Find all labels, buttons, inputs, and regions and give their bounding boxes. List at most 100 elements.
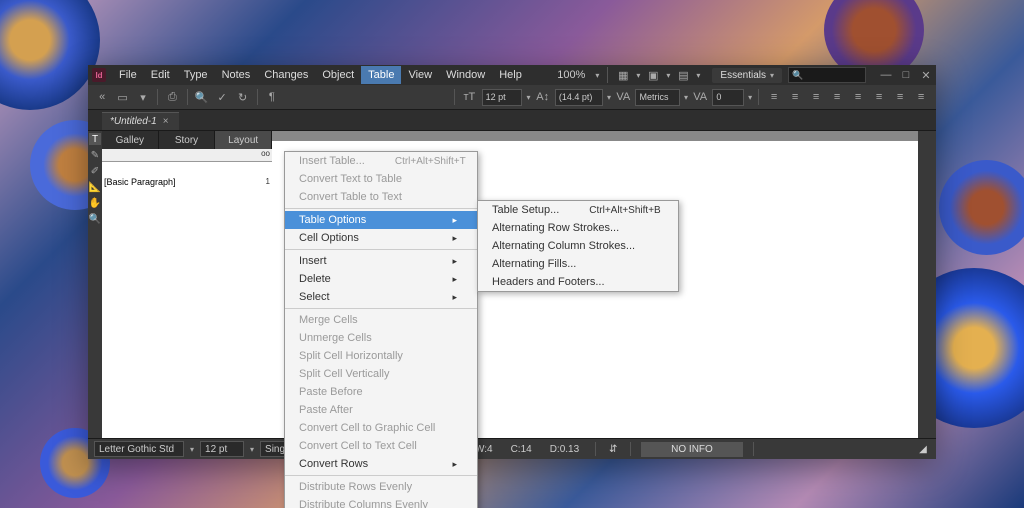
leading-field[interactable]: (14.4 pt) [555,89,603,106]
status-chars: C:14 [505,444,538,455]
maximize-button[interactable]: □ [900,69,912,81]
mi-distribute-rows: Distribute Rows Evenly [285,478,477,496]
zoom-dropdown-icon[interactable]: ▾ [595,71,599,80]
status-dist: D:0.13 [544,444,585,455]
zoom-level[interactable]: 100% [553,67,589,83]
measure-icon[interactable]: 📐 [89,181,101,193]
mi-unmerge-cells: Unmerge Cells [285,329,477,347]
folder-icon[interactable]: ▭ [114,88,130,106]
find-icon[interactable]: 🔍 [194,88,210,106]
close-button[interactable]: ✕ [920,69,932,81]
tracking-field[interactable]: 0 [712,89,744,106]
mi-paste-before: Paste Before [285,383,477,401]
mi-convert-graphic-cell: Convert Cell to Graphic Cell [285,419,477,437]
menu-type[interactable]: Type [177,66,215,84]
right-panel-strip[interactable] [918,131,936,438]
justify-last-left-icon[interactable]: ≡ [849,88,867,106]
justify-last-right-icon[interactable]: ≡ [891,88,909,106]
story-panel: Galley Story Layout oo [Basic Paragraph]… [102,131,272,438]
mi-alt-col-strokes[interactable]: Alternating Column Strokes... [478,237,678,255]
spell-icon[interactable]: ✓ [214,88,230,106]
status-font[interactable]: Letter Gothic Std [94,441,184,457]
chevron-down-icon[interactable]: ▾ [666,71,670,80]
mi-table-options[interactable]: Table Options▸ [285,211,477,229]
font-size-field[interactable]: 12 pt [482,89,523,106]
print-icon[interactable]: ⎙ [164,88,180,106]
menu-object[interactable]: Object [315,66,361,84]
menu-notes[interactable]: Notes [215,66,258,84]
menu-file[interactable]: File [112,66,144,84]
menu-edit[interactable]: Edit [144,66,177,84]
align-left-icon[interactable]: ≡ [765,88,783,106]
view-options-icon[interactable]: ▦ [616,68,630,82]
status-size[interactable]: 12 pt [200,441,244,457]
mi-alt-row-strokes[interactable]: Alternating Row Strokes... [478,219,678,237]
titlebar: Id File Edit Type Notes Changes Object T… [88,65,936,85]
status-info: NO INFO [641,442,743,457]
tracking-icon: VA [692,88,708,106]
collapse-icon[interactable]: « [94,88,110,106]
mi-convert-table-to-text: Convert Table to Text [285,188,477,206]
zoom-tool-icon[interactable]: 🔍 [89,213,101,225]
align-right-icon[interactable]: ≡ [807,88,825,106]
mi-convert-rows[interactable]: Convert Rows▸ [285,455,477,473]
paragraph-style-label: [Basic Paragraph] [104,177,176,187]
application-window: Id File Edit Type Notes Changes Object T… [88,65,936,459]
chevron-down-icon[interactable]: ▾ [696,71,700,80]
mi-headers-footers[interactable]: Headers and Footers... [478,273,678,291]
left-tool-strip: T ✎ ✐ 📐 ✋ 🔍 [88,131,102,438]
mi-insert[interactable]: Insert▸ [285,252,477,270]
kerning-field[interactable]: Metrics [635,89,679,106]
mi-merge-cells: Merge Cells [285,311,477,329]
app-icon: Id [92,68,106,82]
type-tool-icon[interactable]: T [89,133,101,145]
changes-icon[interactable]: ↻ [234,88,250,106]
table-options-submenu: Table Setup...Ctrl+Alt+Shift+B Alternati… [477,200,679,292]
mi-table-setup[interactable]: Table Setup...Ctrl+Alt+Shift+B [478,201,678,219]
line-number: 1 [266,177,270,186]
mi-cell-options[interactable]: Cell Options▸ [285,229,477,247]
align-center-icon[interactable]: ≡ [786,88,804,106]
mi-select[interactable]: Select▸ [285,288,477,306]
menu-window[interactable]: Window [439,66,492,84]
search-input[interactable]: 🔍 [788,67,866,83]
arrange-icon[interactable]: ▤ [676,68,690,82]
kerning-icon: VA [615,88,631,106]
ruler [272,131,918,141]
eyedropper-icon[interactable]: ✐ [89,165,101,177]
tab-close-icon[interactable]: × [163,116,169,127]
menu-changes[interactable]: Changes [257,66,315,84]
mi-alt-fills[interactable]: Alternating Fills... [478,255,678,273]
mi-split-vertical: Split Cell Vertically [285,365,477,383]
mi-delete[interactable]: Delete▸ [285,270,477,288]
justify-last-center-icon[interactable]: ≡ [870,88,888,106]
note-tool-icon[interactable]: ✎ [89,149,101,161]
search-icon: 🔍 [792,70,803,81]
workspace-switcher[interactable]: Essentials▾ [712,68,782,83]
screen-mode-icon[interactable]: ▣ [646,68,660,82]
menu-table[interactable]: Table [361,66,401,84]
document-tab[interactable]: *Untitled-1 × [102,112,179,130]
tab-story[interactable]: Story [159,131,216,149]
mi-split-horizontal: Split Cell Horizontally [285,347,477,365]
expand-icon[interactable]: ◢ [916,442,930,456]
options-bar: « ▭ ▾ ⎙ 🔍 ✓ ↻ ¶ тT 12 pt▾ A↕ (14.4 pt)▾ … [88,85,936,110]
status-bar: Letter Gothic Std▾ 12 pt▾ Singlespace▾ ▯… [88,438,936,459]
justify-icon[interactable]: ≡ [828,88,846,106]
size-icon: тT [461,88,477,106]
save-icon[interactable]: ▾ [135,88,151,106]
pilcrow-icon[interactable]: ¶ [264,88,280,106]
hand-tool-icon[interactable]: ✋ [89,197,101,209]
depth-icon[interactable]: ⇵ [606,442,620,456]
tab-layout[interactable]: Layout [215,131,272,149]
tab-galley[interactable]: Galley [102,131,159,149]
chevron-down-icon[interactable]: ▾ [636,71,640,80]
justify-all-icon[interactable]: ≡ [912,88,930,106]
mi-paste-after: Paste After [285,401,477,419]
menu-view[interactable]: View [401,66,439,84]
menu-help[interactable]: Help [492,66,529,84]
minimize-button[interactable]: — [880,69,892,81]
document-tab-bar: *Untitled-1 × [88,110,936,131]
mi-insert-table[interactable]: Insert Table...Ctrl+Alt+Shift+T [285,152,477,170]
menubar: File Edit Type Notes Changes Object Tabl… [112,66,529,84]
